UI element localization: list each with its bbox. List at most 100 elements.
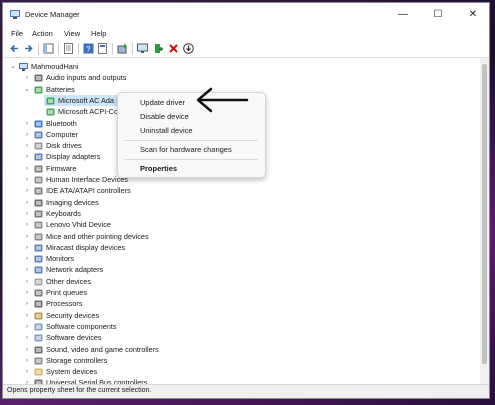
controller-icon [34, 187, 43, 195]
forward-arrow-icon[interactable] [23, 43, 34, 54]
window-title: Device Manager [25, 10, 80, 19]
collapse-chevron-icon[interactable]: ⌄ [23, 84, 31, 95]
title-bar[interactable]: Device Manager — ☐ ✕ [3, 3, 489, 27]
tree-item-label: Storage controllers [46, 355, 108, 365]
tree-item-label: Print queues [46, 288, 87, 297]
chip-icon [34, 165, 43, 173]
collapse-chevron-icon[interactable]: ⌄ [9, 61, 17, 72]
camera-icon [34, 199, 43, 207]
close-button[interactable]: ✕ [456, 3, 489, 27]
network-icon [34, 266, 43, 274]
tree-item-label: Other devices [46, 276, 92, 286]
help-icon[interactable]: ? [83, 43, 94, 54]
properties-icon[interactable] [97, 43, 108, 54]
add-driver-icon[interactable] [153, 43, 164, 54]
scan-hardware-icon[interactable] [137, 43, 148, 54]
menu-action[interactable]: Action [32, 29, 53, 38]
tree-item-label: IDE ATA/ATAPI controllers [46, 186, 131, 196]
expand-chevron-icon[interactable]: › [23, 332, 31, 343]
scan-hardware-menu-item[interactable]: Scan for hardware changes [140, 145, 232, 154]
back-arrow-icon[interactable] [9, 43, 20, 54]
scrollbar-thumb[interactable] [482, 64, 487, 364]
expand-chevron-icon[interactable]: › [23, 276, 31, 287]
computer-icon [34, 131, 43, 139]
show-hide-tree-icon[interactable] [43, 43, 54, 54]
battery-icon [34, 86, 43, 94]
speaker-icon [34, 346, 43, 353]
annotation-arrow-icon [196, 87, 249, 113]
expand-chevron-icon[interactable]: › [23, 163, 31, 174]
menu-file[interactable]: File [11, 29, 23, 38]
tree-item-label: Monitors [46, 254, 74, 264]
expand-chevron-icon[interactable]: › [23, 140, 31, 151]
vertical-scrollbar[interactable] [480, 58, 489, 385]
keyboard-icon [34, 210, 43, 218]
expand-chevron-icon[interactable]: › [23, 253, 31, 264]
expand-chevron-icon[interactable]: › [23, 344, 31, 355]
tree-item-label: Miracast display devices [46, 242, 126, 252]
maximize-button[interactable]: ☐ [421, 3, 455, 27]
expand-chevron-icon[interactable]: › [23, 264, 31, 275]
tree-item-label: Software components [46, 321, 117, 331]
tree-root-label: MahmoudHani [31, 62, 79, 71]
toolbar-separator [78, 43, 79, 55]
tree-item-label: Microsoft ACPI-Co [58, 107, 119, 117]
expand-chevron-icon[interactable]: › [23, 118, 31, 129]
update-driver-icon[interactable] [117, 43, 128, 54]
expand-chevron-icon[interactable]: › [23, 287, 31, 298]
tree-item-label: Human Interface Devices [46, 175, 128, 184]
toolbar: ? [3, 41, 489, 58]
folder-icon [34, 368, 43, 376]
tree-item-label: Lenovo Vhid Device [46, 220, 111, 230]
disk-icon [34, 142, 43, 150]
menu-help[interactable]: Help [91, 29, 106, 38]
processor-icon [34, 300, 43, 308]
expand-chevron-icon[interactable]: › [23, 231, 31, 242]
expand-chevron-icon[interactable]: › [23, 72, 31, 83]
status-bar: Opens property sheet for the current sel… [3, 384, 489, 398]
download-arrow-icon[interactable] [183, 43, 194, 54]
status-text: Opens property sheet for the current sel… [7, 387, 152, 394]
menu-bar: File Action View Help [3, 27, 489, 41]
expand-chevron-icon[interactable]: › [23, 197, 31, 208]
battery-icon [46, 97, 55, 105]
puzzle-icon [34, 323, 43, 331]
tree-item-label: Disk drives [46, 141, 82, 151]
hid-icon [34, 176, 43, 184]
properties-menu-item[interactable]: Properties [140, 164, 177, 173]
minimize-button[interactable]: — [386, 3, 420, 27]
speaker-icon [34, 74, 43, 82]
tree-item-label: Software devices [46, 333, 102, 343]
expand-chevron-icon[interactable]: › [23, 298, 31, 309]
expand-chevron-icon[interactable]: › [23, 242, 31, 253]
disable-device-menu-item[interactable]: Disable device [140, 112, 189, 121]
device-manager-window: Device Manager — ☐ ✕ File Action View He… [2, 2, 490, 399]
tree-item-label: Computer [46, 129, 79, 139]
unknown-device-icon [34, 278, 43, 286]
expand-chevron-icon[interactable]: › [23, 355, 31, 366]
update-driver-menu-item[interactable]: Update driver [140, 98, 185, 107]
display-icon [34, 244, 43, 252]
expand-chevron-icon[interactable]: › [23, 129, 31, 140]
tree-item-label: Keyboards [46, 208, 81, 218]
uninstall-x-icon[interactable] [168, 43, 179, 54]
expand-chevron-icon[interactable]: › [23, 151, 31, 162]
toolbar-separator [132, 43, 133, 55]
expand-chevron-icon[interactable]: › [23, 185, 31, 196]
expand-chevron-icon[interactable]: › [23, 310, 31, 321]
menu-view[interactable]: View [64, 29, 80, 38]
uninstall-device-menu-item[interactable]: Uninstall device [140, 126, 193, 135]
expand-chevron-icon[interactable]: › [23, 321, 31, 332]
expand-chevron-icon[interactable]: › [23, 174, 31, 185]
tree-item-label: Mice and other pointing devices [46, 231, 149, 241]
properties-sheet-icon[interactable] [63, 43, 74, 54]
tree-item-label: Network adapters [46, 265, 104, 275]
expand-chevron-icon[interactable]: › [23, 208, 31, 219]
tree-item-label: Firmware [46, 163, 77, 173]
expand-chevron-icon[interactable]: › [23, 366, 31, 377]
tree-item-label: Display adapters [46, 152, 101, 162]
tree-item-label: Processors [46, 299, 83, 309]
toolbar-separator [112, 43, 113, 55]
key-icon [34, 312, 43, 320]
expand-chevron-icon[interactable]: › [23, 219, 31, 230]
